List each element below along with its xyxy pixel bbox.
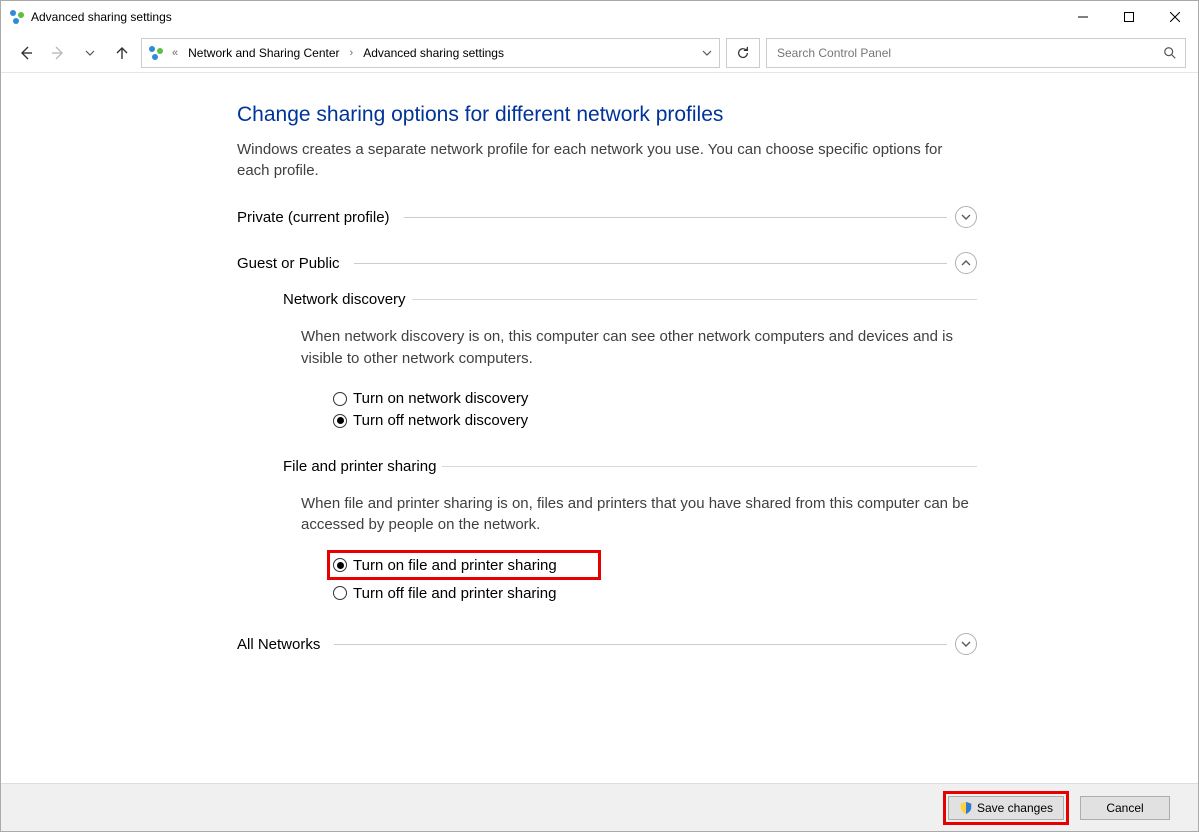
chevron-down-icon[interactable] bbox=[955, 633, 977, 655]
radio-icon bbox=[333, 392, 347, 406]
profile-label: Private (current profile) bbox=[237, 209, 396, 226]
forward-button[interactable] bbox=[45, 40, 71, 66]
section-description: When file and printer sharing is on, fil… bbox=[301, 493, 977, 537]
search-box bbox=[766, 38, 1186, 68]
radio-fp-on[interactable]: Turn on file and printer sharing bbox=[333, 554, 557, 576]
chevron-up-icon[interactable] bbox=[955, 252, 977, 274]
radio-icon bbox=[333, 558, 347, 572]
radio-label: Turn on file and printer sharing bbox=[353, 557, 557, 574]
cancel-button[interactable]: Cancel bbox=[1080, 796, 1170, 820]
refresh-button[interactable] bbox=[726, 38, 760, 68]
content-area: Change sharing options for different net… bbox=[1, 73, 1198, 783]
search-input[interactable] bbox=[767, 39, 1155, 67]
up-button[interactable] bbox=[109, 40, 135, 66]
page-description: Windows creates a separate network profi… bbox=[237, 139, 977, 181]
profile-all-networks[interactable]: All Networks bbox=[237, 630, 977, 658]
radio-nd-on[interactable]: Turn on network discovery bbox=[333, 388, 977, 410]
breadcrumb-item[interactable]: Network and Sharing Center bbox=[186, 46, 341, 60]
window-title: Advanced sharing settings bbox=[31, 10, 172, 24]
section-description: When network discovery is on, this compu… bbox=[301, 326, 977, 370]
divider bbox=[354, 263, 947, 264]
radio-icon bbox=[333, 586, 347, 600]
titlebar: Advanced sharing settings bbox=[1, 1, 1198, 33]
window: Advanced sharing settings « bbox=[0, 0, 1199, 832]
close-button[interactable] bbox=[1152, 2, 1198, 32]
chevron-right-icon: › bbox=[348, 47, 356, 59]
radio-icon bbox=[333, 414, 347, 428]
back-button[interactable] bbox=[13, 40, 39, 66]
divider bbox=[334, 644, 947, 645]
profile-private[interactable]: Private (current profile) bbox=[237, 203, 977, 231]
divider bbox=[442, 466, 977, 467]
divider bbox=[412, 299, 977, 300]
section-title: File and printer sharing bbox=[283, 458, 442, 475]
section-title: Network discovery bbox=[283, 291, 412, 308]
chevron-down-icon[interactable] bbox=[955, 206, 977, 228]
address-bar[interactable]: « Network and Sharing Center › Advanced … bbox=[141, 38, 720, 68]
profile-guest-public[interactable]: Guest or Public bbox=[237, 249, 977, 277]
maximize-button[interactable] bbox=[1106, 2, 1152, 32]
nav-row: « Network and Sharing Center › Advanced … bbox=[1, 33, 1198, 73]
breadcrumb-overflow[interactable]: « bbox=[170, 47, 180, 59]
shield-icon bbox=[959, 801, 973, 815]
radio-nd-off[interactable]: Turn off network discovery bbox=[333, 410, 977, 432]
profile-label: All Networks bbox=[237, 636, 326, 653]
radio-label: Turn off network discovery bbox=[353, 412, 528, 429]
button-label: Cancel bbox=[1106, 801, 1143, 815]
page-heading: Change sharing options for different net… bbox=[237, 103, 977, 127]
breadcrumb-item[interactable]: Advanced sharing settings bbox=[361, 46, 506, 60]
radio-label: Turn off file and printer sharing bbox=[353, 585, 556, 602]
recent-button[interactable] bbox=[77, 40, 103, 66]
divider bbox=[404, 217, 947, 218]
minimize-button[interactable] bbox=[1060, 2, 1106, 32]
network-icon bbox=[9, 9, 25, 25]
radio-label: Turn on network discovery bbox=[353, 390, 528, 407]
radio-fp-off[interactable]: Turn off file and printer sharing bbox=[333, 582, 977, 604]
button-label: Save changes bbox=[977, 801, 1053, 815]
section-network-discovery: Network discovery bbox=[283, 291, 977, 308]
footer: Save changes Cancel bbox=[1, 783, 1198, 831]
save-changes-button[interactable]: Save changes bbox=[948, 796, 1064, 820]
address-dropdown[interactable] bbox=[695, 39, 719, 67]
section-file-printer-sharing: File and printer sharing bbox=[283, 458, 977, 475]
network-icon bbox=[148, 45, 164, 61]
profile-label: Guest or Public bbox=[237, 255, 346, 272]
search-icon[interactable] bbox=[1155, 39, 1185, 67]
